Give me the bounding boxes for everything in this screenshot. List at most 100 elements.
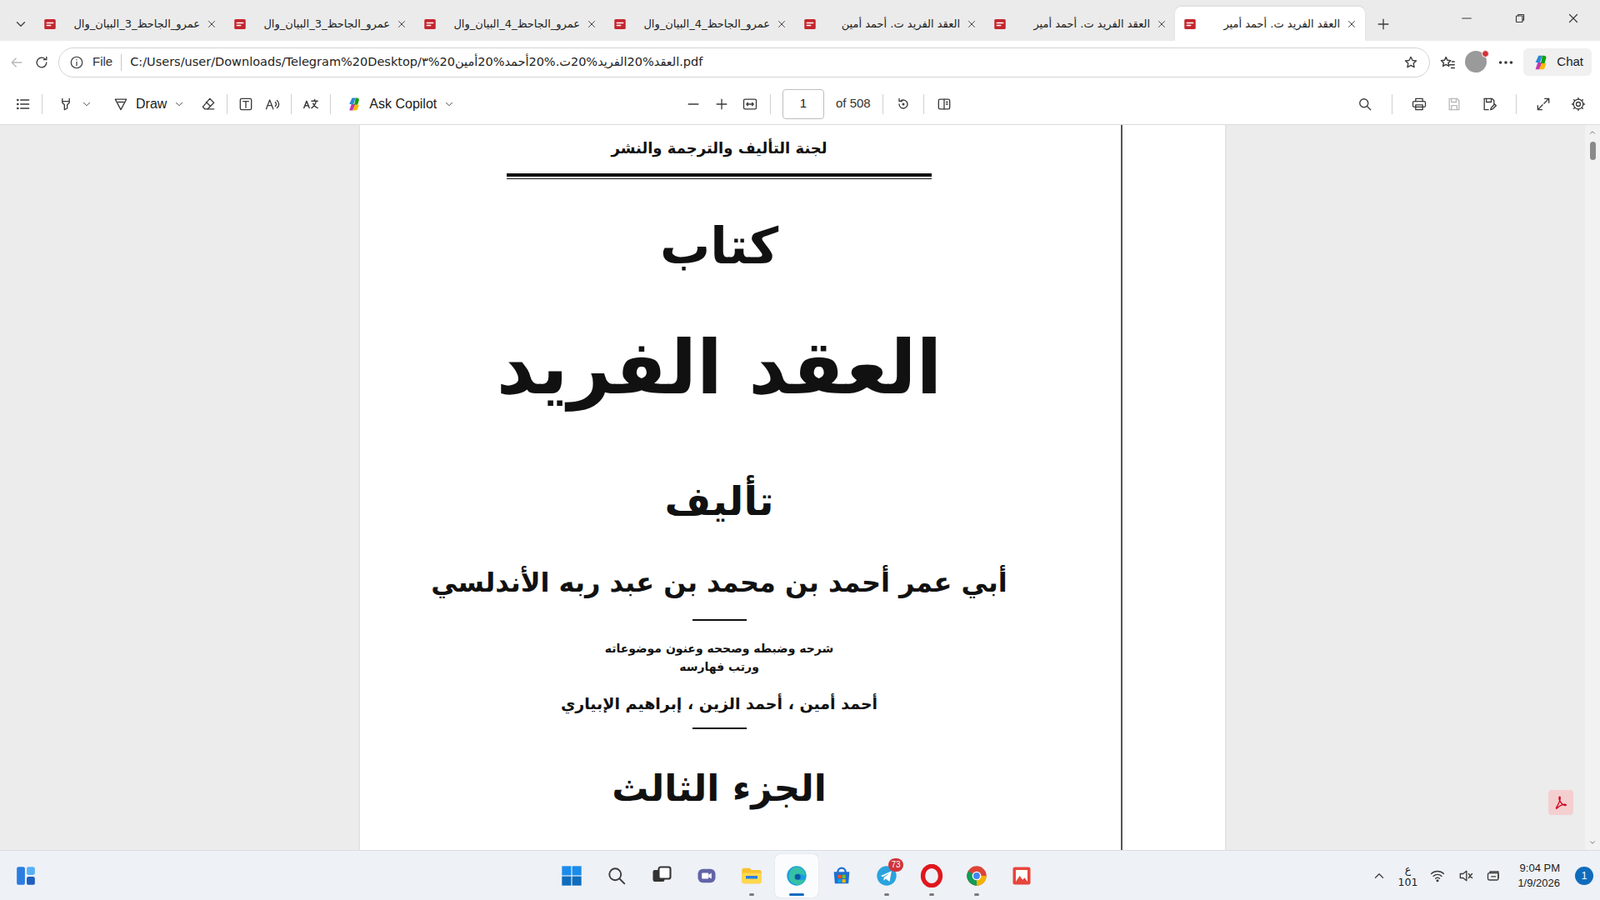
tab-actions-icon[interactable]: [6, 6, 35, 41]
close-tab-icon[interactable]: [775, 18, 788, 30]
show-hidden-icons-icon[interactable]: [1371, 868, 1387, 884]
credits-line: شرحه وضبطه وصححه وعنون موضوعاته: [605, 639, 835, 658]
taskbar: 73 ع101 9:04 PM1/9/2026 1: [0, 850, 1600, 900]
running-indicator: [789, 893, 805, 896]
print-icon[interactable]: [1410, 95, 1428, 113]
fit-width-icon[interactable]: [741, 95, 759, 113]
dropdown-icon: [443, 98, 455, 110]
search-icon[interactable]: [1356, 95, 1374, 113]
scroll-down-icon[interactable]: [1588, 838, 1597, 847]
wifi-icon[interactable]: [1429, 867, 1446, 885]
taskbar-app[interactable]: [1000, 854, 1044, 898]
separator: [226, 94, 228, 115]
taskbar-app[interactable]: [550, 854, 594, 898]
browser-tab[interactable]: العقد الفريد ت. أحمد أمير: [985, 6, 1175, 41]
taskbar-app[interactable]: [685, 854, 729, 898]
separator: [882, 94, 884, 115]
tab-strip: عمرو_الجاحظ_3_البيان_والعمرو_الجاحظ_3_ال…: [0, 0, 1600, 41]
scroll-thumb[interactable]: [1590, 141, 1596, 160]
taskbar-app[interactable]: [595, 854, 639, 898]
widgets-icon[interactable]: [15, 865, 37, 887]
author-name: أبي عمر أحمد بن محمد بن عبد ربه الأندلسي: [430, 559, 1008, 606]
close-tab-icon[interactable]: [585, 18, 598, 30]
minimize-icon[interactable]: [1440, 0, 1494, 37]
highlight-button[interactable]: [52, 92, 98, 116]
browser-tab[interactable]: عمرو_الجاحظ_3_البيان_وال: [35, 6, 225, 41]
taskbar-app[interactable]: [730, 854, 774, 898]
input-language[interactable]: ع101: [1398, 863, 1419, 889]
url-text[interactable]: C:/Users/user/Downloads/Telegram%20Deskt…: [130, 53, 1395, 72]
more-icon[interactable]: [1496, 53, 1515, 72]
ask-copilot-button[interactable]: Ask Copilot: [340, 90, 460, 118]
taskbar-app[interactable]: [955, 854, 999, 898]
refresh-icon[interactable]: [33, 54, 50, 71]
info-icon[interactable]: [69, 55, 85, 70]
taskbar-app[interactable]: [775, 854, 819, 898]
browser-tab[interactable]: عمرو_الجاحظ_4_البيان_وال: [415, 6, 605, 41]
volume-icon[interactable]: [1457, 867, 1475, 885]
taskbar-app[interactable]: [910, 854, 954, 898]
browser-tab[interactable]: عمرو_الجاحظ_3_البيان_وال: [225, 6, 415, 41]
volume-line: الجزء الثالث: [611, 759, 827, 818]
eraser-icon[interactable]: [200, 95, 217, 113]
tab-title: العقد الفريد ت. أحمد أمير: [1013, 15, 1150, 33]
fullscreen-icon[interactable]: [1535, 95, 1552, 113]
page-view-icon[interactable]: [935, 95, 953, 113]
pdf-file-icon: [612, 16, 628, 32]
address-bar[interactable]: FileC:/Users/user/Downloads/Telegram%20D…: [58, 47, 1430, 78]
separator: [1515, 94, 1517, 115]
close-tab-icon[interactable]: [1155, 18, 1168, 30]
taskbar-app[interactable]: 73: [865, 854, 909, 898]
notification-badge[interactable]: 1: [1575, 866, 1594, 885]
close-tab-icon[interactable]: [395, 18, 408, 30]
back-icon[interactable]: [8, 54, 25, 71]
clock-time: 9:04 PM: [1520, 860, 1560, 876]
chat-button[interactable]: Chat: [1523, 48, 1592, 76]
save-as-icon[interactable]: [1480, 95, 1498, 113]
taskbar-app[interactable]: [820, 854, 864, 898]
browser-tab[interactable]: العقد الفريد ت. أحمد أمير: [1175, 6, 1365, 41]
profile-avatar[interactable]: [1465, 50, 1489, 75]
rotate-icon[interactable]: [895, 95, 912, 113]
clock-date: 1/9/2026: [1517, 875, 1560, 891]
translate-icon[interactable]: [301, 95, 320, 114]
page-area: لجنة التأليف والترجمة والنشركتابالعقد ال…: [0, 125, 1585, 850]
input-language-code: 101: [1398, 875, 1419, 889]
close-tab-icon[interactable]: [1345, 18, 1358, 30]
favorite-star-icon[interactable]: [1402, 54, 1420, 71]
save-icon[interactable]: [1445, 95, 1463, 113]
unread-badge: 73: [888, 858, 904, 872]
close-tab-icon[interactable]: [965, 18, 978, 30]
battery-icon[interactable]: [1485, 867, 1503, 885]
tab-title: عمرو_الجاحظ_4_البيان_وال: [633, 15, 770, 33]
pdf-file-icon: [802, 16, 818, 32]
page-number-field[interactable]: 1: [782, 89, 825, 120]
favorites-icon[interactable]: [1438, 53, 1457, 72]
pdf-viewer: لجنة التأليف والترجمة والنشركتابالعقد ال…: [0, 125, 1600, 850]
rule: [692, 619, 747, 621]
profile-alert-dot: [1481, 50, 1490, 58]
zoom-in-icon[interactable]: [713, 95, 730, 113]
separator: [770, 94, 771, 115]
adobe-acrobat-icon[interactable]: [1548, 790, 1574, 815]
scroll-up-icon[interactable]: [1588, 128, 1597, 137]
zoom-out-icon[interactable]: [685, 95, 702, 113]
credits-line: ورتب فهارسه: [679, 657, 760, 676]
settings-icon[interactable]: [1570, 95, 1587, 113]
close-tab-icon[interactable]: [205, 18, 218, 30]
read-aloud-icon[interactable]: [264, 95, 281, 113]
restore-icon[interactable]: [1493, 0, 1547, 37]
clock[interactable]: 9:04 PM1/9/2026: [1514, 860, 1564, 891]
taskview-icon: [650, 864, 674, 888]
browser-tab[interactable]: عمرو_الجاحظ_4_البيان_وال: [605, 6, 795, 41]
draw-button[interactable]: Draw: [107, 90, 190, 118]
close-window-icon[interactable]: [1546, 0, 1600, 37]
book-title: العقد الفريد: [496, 309, 943, 426]
scrollbar[interactable]: [1585, 125, 1600, 850]
new-tab-icon[interactable]: [1365, 6, 1402, 41]
text-box-icon[interactable]: [237, 95, 255, 113]
browser-tab[interactable]: العقد الفريد ت. أحمد أمين: [795, 6, 985, 41]
taskbar-app[interactable]: [640, 854, 684, 898]
imageapp-icon: [1010, 864, 1034, 888]
contents-icon[interactable]: [15, 95, 32, 113]
